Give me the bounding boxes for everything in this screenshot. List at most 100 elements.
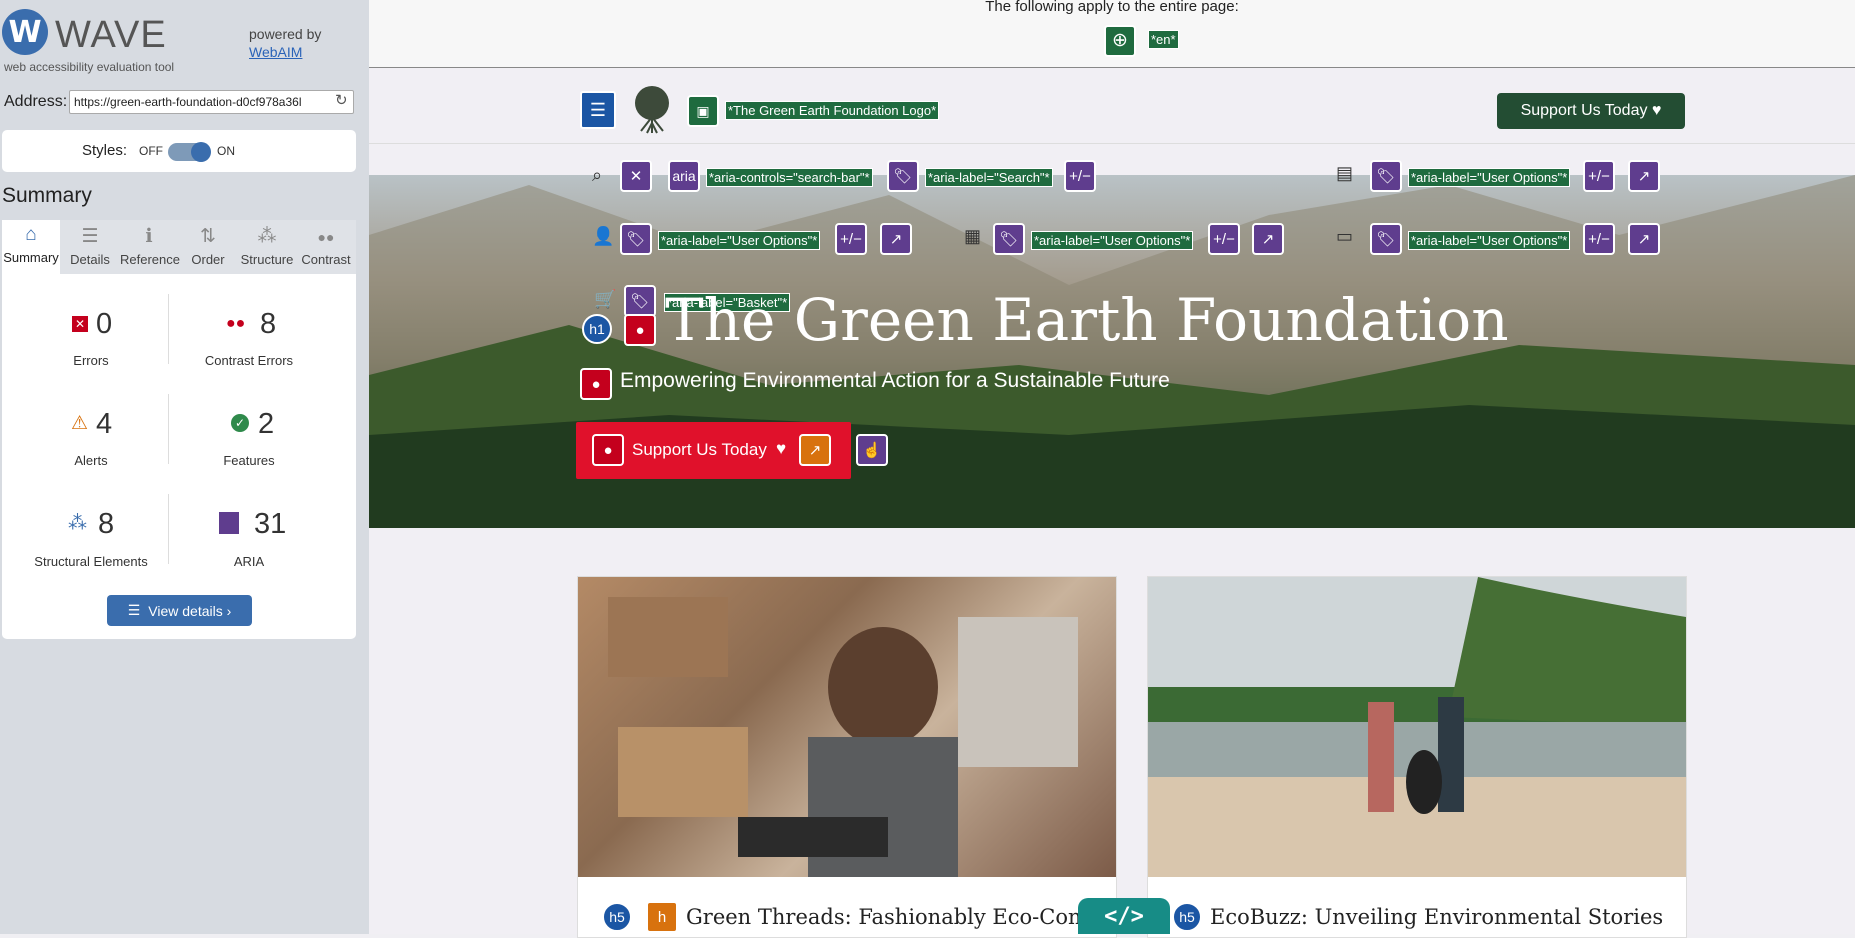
tree-logo[interactable]	[627, 83, 677, 135]
aria-label-user-options-tag: *aria-label="User Options"*	[1408, 231, 1571, 250]
applies-text: The following apply to the entire page:	[985, 0, 1239, 15]
view-details-button[interactable]: ☰ View details ›	[107, 595, 252, 626]
styles-panel: Styles: OFF ON	[2, 130, 356, 172]
reload-icon[interactable]: ↻	[333, 91, 350, 109]
aria-label: ARIA	[233, 554, 265, 569]
aria-label-icon[interactable]: 🏷	[1370, 160, 1402, 192]
styles-on-label: ON	[217, 144, 235, 158]
basket-icon[interactable]: 🛒	[594, 289, 616, 310]
aria-icon[interactable]: aria	[668, 160, 700, 192]
wave-title: WAVE	[55, 14, 167, 56]
aria-label-user-options-tag: *aria-label="User Options"*	[658, 231, 821, 250]
tab-reference-label: Reference	[120, 252, 180, 267]
alert-icon: ⚠	[71, 413, 89, 434]
tab-order[interactable]: ⇅ Order	[179, 222, 237, 267]
contrast-errors-label: Contrast Errors	[204, 353, 294, 368]
search-icon[interactable]: ⌕	[592, 165, 602, 186]
tab-details[interactable]: ☰ Details	[61, 222, 119, 267]
divider	[168, 494, 169, 564]
h1-badge[interactable]: h1	[582, 314, 612, 344]
card-title: EcoBuzz: Unveiling Environmental Stories	[1210, 905, 1664, 929]
aria-label-user-options-tag: *aria-label="User Options"*	[1408, 168, 1571, 187]
order-icon: ⇅	[200, 226, 216, 247]
aria-expanded-icon[interactable]: +/−	[1208, 223, 1240, 255]
aria-count: 31	[254, 508, 287, 540]
styles-toggle[interactable]	[168, 142, 211, 162]
summary-heading: Summary	[2, 184, 92, 207]
wave-sidebar: W WAVE web accessibility evaluation tool…	[0, 0, 369, 934]
aria-label-icon[interactable]: 🏷	[887, 160, 919, 192]
heart-icon: ♥	[776, 439, 787, 458]
tab-structure[interactable]: ⁂ Structure	[238, 222, 296, 267]
article-card[interactable]: h5 EcoBuzz: Unveiling Environmental Stor…	[1147, 576, 1687, 938]
tab-contrast[interactable]: ●● Contrast	[297, 222, 355, 267]
tab-summary[interactable]: ⌂ Summary	[2, 220, 60, 274]
language-tag: *en*	[1148, 30, 1179, 49]
structure-icon: ⁂	[68, 513, 87, 534]
errors-label: Errors	[73, 353, 109, 368]
styles-off-label: OFF	[139, 144, 163, 158]
address-input[interactable]: https://green-earth-foundation-d0cf978a3…	[69, 90, 354, 114]
language-globe-icon[interactable]: ⊕	[1104, 25, 1136, 57]
contrast-errors-count: 8	[260, 308, 277, 340]
hero-title: The Green Earth Foundation	[665, 286, 1509, 354]
aria-haspopup-icon[interactable]: ↗	[1628, 160, 1660, 192]
contrast-error-icon: ●	[592, 434, 624, 466]
list-icon: ☰	[81, 226, 99, 247]
aria-label-icon[interactable]: 🏷	[620, 223, 652, 255]
alerts-label: Alerts	[74, 453, 108, 468]
aria-controls-tag: *aria-controls="search-bar"*	[706, 168, 873, 187]
tab-order-label: Order	[191, 252, 225, 267]
address-label: Address:	[4, 93, 68, 110]
hero-support-button[interactable]: ● Support Us Today ♥ ↗	[576, 422, 851, 479]
structure-list-icon[interactable]: ☰	[580, 91, 616, 129]
id-card-icon[interactable]: ▭	[1336, 226, 1353, 247]
aria-expanded-icon[interactable]: +/−	[1583, 160, 1615, 192]
h5-badge[interactable]: h5	[602, 902, 632, 932]
wave-logo-icon: W	[2, 9, 48, 55]
h5-badge[interactable]: h5	[1172, 902, 1202, 932]
tab-summary-label: Summary	[3, 250, 59, 265]
news-icon[interactable]: ▦	[964, 226, 981, 247]
hero-support-label: Support Us Today	[632, 440, 767, 459]
aria-tabindex-icon[interactable]: ☝	[856, 434, 888, 466]
alert-link-icon: ↗	[799, 434, 831, 466]
image-alt-icon[interactable]: ▣	[687, 95, 719, 127]
home-icon: ⌂	[25, 224, 37, 245]
shop-icon[interactable]: ▤	[1336, 163, 1353, 184]
webaim-link[interactable]: WebAIM	[249, 44, 302, 60]
user-icon[interactable]: 👤	[592, 226, 614, 247]
contrast-error-icon[interactable]: ●	[624, 314, 656, 346]
nav-support-button[interactable]: Support Us Today ♥	[1497, 93, 1685, 129]
aria-label-icon[interactable]: 🏷	[1370, 223, 1402, 255]
divider	[168, 294, 169, 364]
contrast-error-icon[interactable]: ●	[580, 368, 612, 400]
code-view-toggle[interactable]: </>	[1078, 898, 1170, 934]
page-level-bar: The following apply to the entire page: …	[369, 0, 1855, 68]
aria-label-icon[interactable]: 🏷	[624, 285, 656, 317]
info-icon: ℹ	[145, 226, 153, 247]
aria-haspopup-icon[interactable]: ↗	[1252, 223, 1284, 255]
list-icon: ☰	[127, 602, 141, 618]
article-card[interactable]: h5 h Green Threads: Fashionably Eco-Cons…	[577, 576, 1148, 938]
feature-check-icon: ✓	[231, 414, 249, 432]
aria-haspopup-icon[interactable]: ↗	[880, 223, 912, 255]
aria-icon[interactable]: ✕	[620, 160, 652, 192]
contrast-icon: ●●	[317, 229, 335, 245]
view-details-label: View details ›	[148, 602, 232, 619]
aria-expanded-icon[interactable]: +/−	[1583, 223, 1615, 255]
tab-reference[interactable]: ℹ Reference	[120, 222, 180, 267]
aria-haspopup-icon[interactable]: ↗	[1628, 223, 1660, 255]
tab-structure-label: Structure	[240, 252, 294, 267]
error-icon: ✕	[72, 316, 88, 332]
errors-count: 0	[96, 308, 113, 340]
alert-heading-icon[interactable]: h	[646, 901, 678, 933]
aria-label-icon[interactable]: 🏷	[993, 223, 1025, 255]
card-image	[578, 577, 1116, 877]
aria-expanded-icon[interactable]: +/−	[1064, 160, 1096, 192]
logo-alt-tag: *The Green Earth Foundation Logo*	[725, 101, 940, 120]
tab-details-label: Details	[70, 252, 110, 267]
structural-count: 8	[98, 508, 115, 540]
aria-expanded-icon[interactable]: +/−	[835, 223, 867, 255]
aria-label-search-tag: *aria-label="Search"*	[925, 168, 1053, 187]
